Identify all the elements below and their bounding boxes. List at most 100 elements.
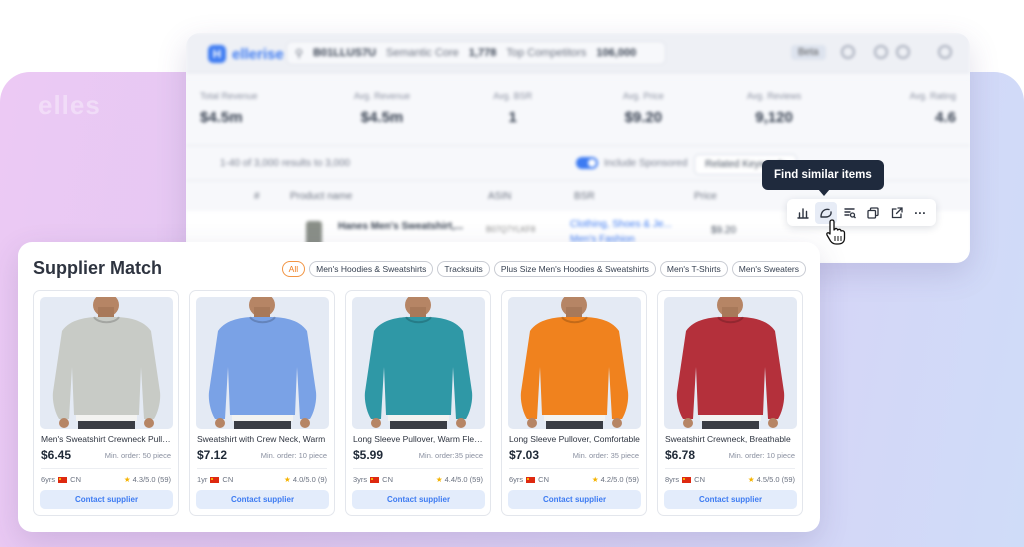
china-flag-icon: [526, 476, 536, 483]
min-order: Min. order: 35 piece: [572, 451, 639, 460]
stat-total-revenue: Total Revenue $4.5m: [186, 81, 317, 145]
product-price: $7.03: [509, 448, 540, 462]
filter-chip-sweaters[interactable]: Men's Sweaters: [731, 261, 806, 277]
product-title[interactable]: Long Sleeve Pullover, Comfortable: [509, 434, 642, 444]
star-icon: ★: [435, 475, 443, 484]
stat-avg-reviews: Avg. Reviews 9,120: [709, 81, 840, 145]
product-price: $7.12: [197, 448, 228, 462]
divider: [197, 468, 327, 469]
app-topbar: H ellerise ⚲ B01LLUS7U Semantic Core 1,7…: [186, 33, 970, 73]
rating-text: 4.5/5.0 (59): [756, 475, 795, 484]
contact-supplier-button[interactable]: Contact supplier: [40, 490, 173, 509]
copy-icon[interactable]: [862, 202, 884, 224]
app-window-content: H ellerise ⚲ B01LLUS7U Semantic Core 1,7…: [186, 33, 970, 263]
supplier-country: CN: [382, 475, 394, 484]
app-logo: H ellerise: [208, 45, 284, 63]
filter-chip-tracksuits[interactable]: Tracksuits: [437, 261, 490, 277]
product-image[interactable]: [196, 297, 329, 429]
supplier-country: CN: [538, 475, 550, 484]
stat-value: $9.20: [624, 109, 663, 126]
china-flag-icon: [682, 476, 692, 483]
stat-value: 1: [508, 109, 517, 126]
stat-value: $4.5m: [200, 109, 243, 126]
contact-supplier-button[interactable]: Contact supplier: [352, 490, 485, 509]
logo-text: ellerise: [232, 45, 284, 63]
product-card[interactable]: Long Sleeve Pullover, Comfortable $7.03 …: [501, 290, 647, 516]
supplier-years: 3yrs: [353, 475, 368, 484]
product-card[interactable]: Men's Sweatshirt Crewneck Pullover $6.45…: [33, 290, 179, 516]
supplier-info: 6yrs CN: [41, 475, 81, 484]
logo-icon: H: [208, 45, 226, 63]
top-competitors-label: Top Competitors: [506, 47, 587, 59]
filter-chip-hoodies[interactable]: Men's Hoodies & Sweatshirts: [309, 261, 434, 277]
expand-icon[interactable]: [896, 45, 910, 59]
product-image[interactable]: [664, 297, 797, 429]
supplier-rating: ★ 4.4/5.0 (59): [436, 475, 483, 484]
product-image[interactable]: [40, 297, 173, 429]
stat-value: $4.5m: [360, 109, 404, 126]
category-link-1[interactable]: Clothing, Shoes & Je...: [570, 219, 672, 230]
results-count: 1-40 of 3,000 results to 3,000: [220, 158, 351, 169]
asin-search-input[interactable]: ⚲ B01LLUS7U Semantic Core 1,778 Top Comp…: [286, 41, 666, 65]
product-title[interactable]: Sweatshirt Crewneck, Breathable: [665, 434, 798, 444]
settings-icon[interactable]: [841, 45, 855, 59]
product-title[interactable]: Long Sleeve Pullover, Warm Fleece: [353, 434, 486, 444]
product-title[interactable]: Men's Sweatshirt Crewneck Pullover: [41, 434, 174, 444]
sponsored-label: Include Sponsored: [604, 158, 688, 169]
sponsored-toggle[interactable]: [576, 157, 598, 169]
contact-supplier-button[interactable]: Contact supplier: [196, 490, 329, 509]
product-cards: Men's Sweatshirt Crewneck Pullover $6.45…: [33, 290, 803, 516]
stat-label: Total Revenue: [200, 91, 258, 101]
rating-text: 4.0/5.0 (9): [292, 475, 327, 484]
supplier-match-panel: Supplier Match All Men's Hoodies & Sweat…: [18, 242, 820, 532]
product-image[interactable]: [352, 297, 485, 429]
supplier-years: 1yr: [197, 475, 208, 484]
supplier-rating: ★ 4.0/5.0 (9): [284, 475, 327, 484]
product-price: $6.78: [665, 448, 696, 462]
semantic-core-value: 1,778: [468, 47, 497, 59]
column-bsr[interactable]: BSR: [574, 191, 595, 202]
contact-supplier-button[interactable]: Contact supplier: [664, 490, 797, 509]
min-order: Min. order: 10 piece: [260, 451, 327, 460]
column-price[interactable]: Price: [694, 191, 717, 202]
bar-chart-icon[interactable]: [792, 202, 814, 224]
min-order: Min. order: 50 piece: [104, 451, 171, 460]
product-card[interactable]: Long Sleeve Pullover, Warm Fleece $5.99 …: [345, 290, 491, 516]
divider: [353, 468, 483, 469]
product-card[interactable]: Sweatshirt with Crew Neck, Warm $7.12 Mi…: [189, 290, 335, 516]
column-asin[interactable]: ASIN: [488, 191, 511, 202]
column-product[interactable]: Product name: [290, 191, 352, 202]
supplier-years: 6yrs: [41, 475, 56, 484]
more-icon[interactable]: ···: [909, 202, 931, 224]
minimize-icon[interactable]: [874, 45, 888, 59]
product-asin: B07Q7YLKF8: [486, 225, 536, 234]
product-card[interactable]: Sweatshirt Crewneck, Breathable $6.78 Mi…: [657, 290, 803, 516]
top-competitors-value: 106,000: [596, 47, 637, 59]
app-window: H ellerise ⚲ B01LLUS7U Semantic Core 1,7…: [186, 33, 970, 263]
supplier-info: 6yrs CN: [509, 475, 549, 484]
min-order: Min. order: 10 piece: [728, 451, 795, 460]
star-icon: ★: [747, 475, 755, 484]
supplier-years: 6yrs: [509, 475, 524, 484]
stat-label: Avg. Reviews: [746, 91, 802, 101]
product-image[interactable]: [508, 297, 641, 429]
external-link-icon[interactable]: [886, 202, 908, 224]
filter-chip-all[interactable]: All: [281, 261, 306, 277]
stat-label: Avg. Rating: [909, 91, 957, 101]
product-name[interactable]: Hanes Men's Sweatshirt,...: [338, 221, 463, 232]
supplier-country: CN: [694, 475, 706, 484]
semantic-core-label: Semantic Core: [386, 47, 459, 59]
star-icon: ★: [123, 475, 131, 484]
product-price: $5.99: [353, 448, 384, 462]
supplier-info: 8yrs CN: [665, 475, 705, 484]
product-price: $9.20: [711, 225, 737, 236]
contact-supplier-button[interactable]: Contact supplier: [508, 490, 641, 509]
filter-chip-plus-size[interactable]: Plus Size Men's Hoodies & Sweatshirts: [493, 261, 656, 277]
supplier-info: 3yrs CN: [353, 475, 393, 484]
close-icon[interactable]: [938, 45, 952, 59]
supplier-rating: ★ 4.3/5.0 (59): [124, 475, 171, 484]
filter-chip-tshirts[interactable]: Men's T-Shirts: [659, 261, 728, 277]
product-title[interactable]: Sweatshirt with Crew Neck, Warm: [197, 434, 330, 444]
tooltip-arrow: [818, 189, 830, 196]
product-price: $6.45: [41, 448, 72, 462]
